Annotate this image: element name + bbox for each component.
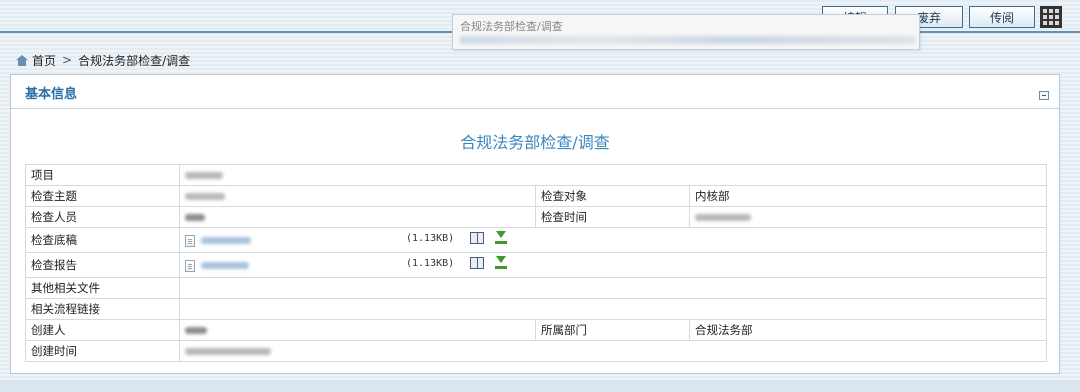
bottom-strip xyxy=(0,380,1080,392)
table-row: 检查主题 检查对象 内核部 xyxy=(25,185,1047,207)
field-value-report: (1.13KB) xyxy=(179,252,1047,278)
field-value-department: 合规法务部 xyxy=(689,319,1047,341)
table-row: 检查报告 (1.13KB) xyxy=(25,252,1047,278)
document-icon xyxy=(185,234,195,247)
table-row: 检查人员 检查时间 xyxy=(25,206,1047,228)
table-row: 创建人 所属部门 合规法务部 xyxy=(25,319,1047,341)
field-label-created-time: 创建时间 xyxy=(25,340,180,362)
field-label-draft: 检查底稿 xyxy=(25,227,180,253)
redacted-value xyxy=(185,193,225,200)
table-row: 创建时间 xyxy=(25,340,1047,362)
info-table: 项目 检查主题 检查对象 内核部 检查人员 检查时间 检查底稿 (1.13KB) xyxy=(25,164,1047,362)
field-label-flow-links: 相关流程链接 xyxy=(25,298,180,320)
field-value-check-time xyxy=(689,206,1047,228)
field-label-target: 检查对象 xyxy=(535,185,690,207)
tooltip-title: 合规法务部检查/调查 xyxy=(460,20,563,33)
report-file-size: (1.13KB) xyxy=(406,258,455,269)
view-book-icon[interactable] xyxy=(470,257,484,269)
redacted-value xyxy=(185,327,207,334)
field-label-check-time: 检查时间 xyxy=(535,206,690,228)
table-row: 项目 xyxy=(25,164,1047,186)
view-book-icon[interactable] xyxy=(470,232,484,244)
field-label-subject: 检查主题 xyxy=(25,185,180,207)
title-tooltip: 合规法务部检查/调查 xyxy=(452,14,920,50)
form-title: 合规法务部检查/调查 xyxy=(460,133,610,152)
field-value-subject xyxy=(179,185,536,207)
draft-file-size: (1.13KB) xyxy=(406,233,455,244)
field-label-creator: 创建人 xyxy=(25,319,180,341)
field-label-department: 所属部门 xyxy=(535,319,690,341)
breadcrumb-home[interactable]: 首页 xyxy=(32,52,56,69)
report-file-link[interactable] xyxy=(201,262,249,269)
breadcrumb-separator: > xyxy=(62,53,73,67)
field-value-inspector xyxy=(179,206,536,228)
panel-title: 基本信息 xyxy=(25,87,78,102)
grid-menu-icon[interactable] xyxy=(1040,6,1062,28)
field-label-project: 项目 xyxy=(25,164,180,186)
document-icon xyxy=(185,259,195,272)
breadcrumb-current: 合规法务部检查/调查 xyxy=(78,53,191,68)
field-value-other-files xyxy=(179,277,1047,299)
redacted-value xyxy=(185,348,271,355)
home-icon xyxy=(16,54,28,66)
redacted-value xyxy=(695,214,751,221)
field-label-report: 检查报告 xyxy=(25,252,180,278)
table-row: 其他相关文件 xyxy=(25,277,1047,299)
field-label-inspector: 检查人员 xyxy=(25,206,180,228)
field-value-draft: (1.13KB) xyxy=(179,227,1047,253)
download-icon[interactable] xyxy=(494,256,508,270)
draft-file-link[interactable] xyxy=(201,237,251,244)
redacted-value xyxy=(185,214,205,221)
collapse-icon[interactable] xyxy=(1039,91,1049,100)
forward-button[interactable]: 传阅 xyxy=(969,6,1035,28)
redacted-value xyxy=(185,172,223,179)
panel-header: 基本信息 xyxy=(11,75,1059,109)
field-label-other-files: 其他相关文件 xyxy=(25,277,180,299)
download-icon[interactable] xyxy=(494,231,508,245)
field-value-creator xyxy=(179,319,536,341)
basic-info-panel: 基本信息 合规法务部检查/调查 项目 检查主题 检查对象 内核部 检查人员 检查… xyxy=(10,74,1060,374)
breadcrumb: 首页 > 合规法务部检查/调查 xyxy=(16,52,190,68)
table-row: 检查底稿 (1.13KB) xyxy=(25,227,1047,253)
table-row: 相关流程链接 xyxy=(25,298,1047,320)
field-value-created-time xyxy=(179,340,1047,362)
tooltip-url-redacted xyxy=(460,36,915,44)
field-value-target: 内核部 xyxy=(689,185,1047,207)
field-value-project xyxy=(179,164,1047,186)
field-value-flow-links xyxy=(179,298,1047,320)
